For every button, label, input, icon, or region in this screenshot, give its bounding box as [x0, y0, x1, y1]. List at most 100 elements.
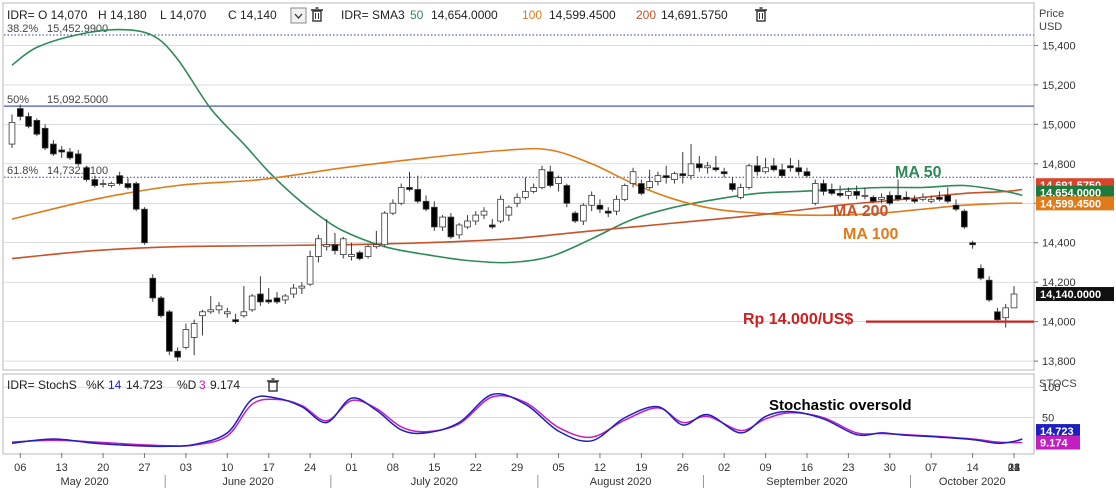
price-tick-label: 15,200: [1042, 80, 1076, 92]
candle: [563, 183, 571, 208]
stoch-d-value: 9.174: [210, 378, 240, 392]
candle-body-up: [389, 202, 397, 214]
candle: [149, 274, 157, 302]
date-tick-label: 22: [470, 462, 482, 474]
candle-body-down: [977, 267, 985, 279]
candle: [157, 296, 165, 318]
candle-body-down: [778, 169, 786, 177]
dropdown-button[interactable]: [290, 7, 307, 24]
candlestick-chart: 38.2% 15,452.9900 50% 15,092.5000 61.8% 14,73…: [2, 2, 1114, 488]
candle-body-down: [753, 165, 761, 173]
date-tick-label: 09: [759, 462, 771, 474]
candle-body-down: [447, 216, 455, 238]
candle: [961, 209, 968, 229]
candle-body-down: [33, 120, 41, 135]
candle-body-up: [99, 183, 107, 185]
candle-body-up: [555, 177, 562, 184]
price-axis-title: Price: [1039, 8, 1064, 20]
candle-body-down: [66, 151, 74, 159]
fib-percent-label: 61.8%: [7, 165, 38, 177]
candle-body-down: [331, 244, 339, 252]
date-tick-label: 12: [594, 462, 606, 474]
price-tick-label: 13,800: [1042, 356, 1076, 368]
date-tick-label: 11: [1008, 462, 1019, 474]
candle: [447, 213, 455, 239]
candle-body-down: [679, 173, 687, 177]
ohlc-open: IDR= O 14,070: [7, 8, 88, 22]
fib-value-label: 14,732.0100: [47, 165, 108, 177]
stoch-box-label: 9.174: [1040, 438, 1068, 450]
ohlc-high: H 14,180: [98, 8, 147, 22]
candle-body-down: [157, 297, 165, 317]
candle-body-down: [828, 189, 836, 194]
candle-body-down: [431, 206, 438, 228]
candle-body-down: [936, 196, 943, 200]
candle-body-down: [149, 277, 157, 299]
candle-body-up: [248, 295, 256, 311]
candle-body-up: [364, 246, 372, 257]
candle-body-up: [290, 287, 297, 295]
candle-body-down: [662, 175, 670, 179]
price-axis-currency: USD: [1039, 21, 1062, 33]
candle-body-down: [58, 149, 65, 153]
date-tick-label: 03: [180, 462, 192, 474]
sma-50-value: 14,654.0000: [431, 8, 498, 22]
candle-body-up: [613, 198, 620, 212]
candle-body-up: [704, 165, 711, 169]
candle: [33, 118, 41, 137]
fib-percent-label: 50%: [7, 94, 29, 106]
candle-body-up: [919, 196, 927, 200]
candle-body-down: [944, 194, 952, 202]
candle-body-down: [91, 179, 99, 186]
candle-body-down: [911, 198, 918, 202]
candle-body-down: [166, 311, 173, 352]
candle-body-up: [687, 163, 695, 177]
candle-body-up: [373, 244, 380, 248]
candle: [41, 124, 49, 150]
candle-body-down: [265, 299, 273, 303]
candle-body-up: [215, 305, 223, 311]
candle-body-down: [83, 167, 90, 180]
candle: [811, 179, 819, 206]
price-box-label: 14,599.4500: [1040, 198, 1101, 210]
candle: [381, 211, 388, 247]
price-tick-label: 14,400: [1042, 238, 1076, 250]
candle-body-up: [646, 181, 653, 188]
date-tick-label: 10: [221, 462, 233, 474]
candle-body-down: [25, 116, 32, 127]
stoch-tick-label: 50: [1042, 413, 1054, 425]
candle-body-down: [604, 210, 612, 214]
candle-body-down: [232, 319, 239, 323]
candle-body-down: [994, 311, 1001, 321]
sma-200-len: 200: [636, 8, 656, 22]
stoch-k-label: %K: [86, 378, 105, 392]
date-tick-label: 13: [56, 462, 68, 474]
candle-body-up: [671, 173, 678, 180]
candle-body-down: [696, 163, 703, 169]
candle-body-up: [629, 171, 637, 184]
candle-body-down: [961, 210, 968, 228]
candle-body-down: [257, 293, 264, 303]
sma-100-value: 14,599.4500: [549, 8, 616, 22]
candle-body-down: [132, 183, 140, 210]
stoch-box: 9.174: [1036, 435, 1080, 450]
candle-body-down: [596, 204, 604, 210]
price-box-label: 14,140.0000: [1040, 289, 1101, 301]
date-tick-label: 16: [801, 462, 813, 474]
stoch-d-len: 3: [199, 378, 206, 392]
candle-body-up: [762, 167, 769, 173]
candle-body-up: [530, 187, 538, 192]
candle-body-up: [845, 191, 852, 196]
date-tick-label: 20: [97, 462, 109, 474]
candle: [132, 181, 140, 212]
candle-body-down: [638, 183, 645, 194]
candle-body-down: [356, 252, 364, 259]
price-tick-label: 14,000: [1042, 317, 1076, 329]
price-tick-label: 15,000: [1042, 119, 1076, 131]
date-tick-label: 29: [511, 462, 523, 474]
stoch-annotation: Stochastic oversold: [769, 397, 912, 414]
candle-body-up: [927, 198, 935, 202]
ma50-annotation: MA 50: [895, 164, 942, 181]
date-tick-label: 05: [552, 462, 564, 474]
candle-body-up: [339, 238, 347, 255]
